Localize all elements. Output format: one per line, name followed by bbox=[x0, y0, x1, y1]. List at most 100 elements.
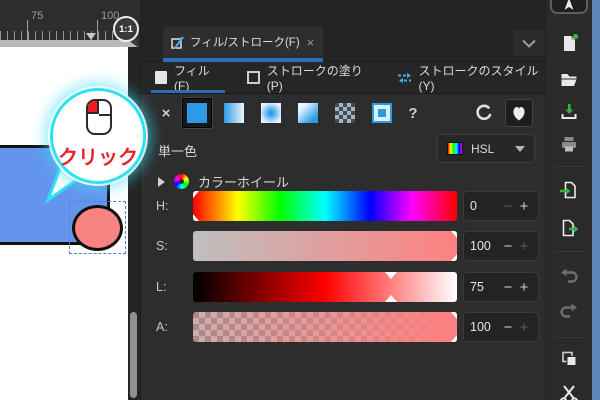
unknown-paint-button[interactable]: ? bbox=[404, 105, 422, 122]
no-paint-button[interactable]: × bbox=[157, 105, 175, 122]
mesh-gradient-button[interactable] bbox=[293, 98, 323, 128]
plus-button[interactable]: + bbox=[516, 319, 532, 336]
color-space-dropdown[interactable]: HSL bbox=[437, 134, 535, 163]
cut-icon[interactable] bbox=[559, 385, 579, 400]
ruler-label-75: 75 bbox=[31, 10, 44, 22]
minus-button[interactable]: − bbox=[500, 238, 516, 255]
plus-button[interactable]: + bbox=[516, 279, 532, 296]
color-space-value: HSL bbox=[471, 141, 495, 156]
plus-button[interactable]: + bbox=[516, 198, 532, 215]
rainbow-icon bbox=[447, 142, 463, 155]
minus-button[interactable]: − bbox=[500, 198, 516, 215]
paint-type-toolbar: × ? bbox=[141, 94, 545, 132]
saturation-value[interactable]: 100 bbox=[470, 239, 500, 253]
tab-label: フィル/ストローク(F) bbox=[190, 37, 300, 49]
linear-gradient-icon bbox=[224, 103, 244, 123]
slider-marker[interactable] bbox=[193, 191, 199, 198]
saturation-slider[interactable] bbox=[193, 231, 457, 261]
saturation-spinbox[interactable]: 100 − + bbox=[463, 231, 539, 261]
lightness-slider[interactable] bbox=[193, 272, 457, 302]
slider-marker[interactable] bbox=[451, 254, 457, 261]
dropdown-arrow-icon bbox=[515, 145, 525, 152]
pointer-tool-button[interactable] bbox=[550, 0, 588, 14]
ruler-major-tick bbox=[27, 20, 28, 40]
color-wheel-icon bbox=[174, 174, 189, 189]
lightness-slider-row: L: 75 − + bbox=[141, 272, 545, 302]
swatch-icon bbox=[372, 103, 392, 123]
scrollbar-thumb[interactable] bbox=[130, 312, 137, 398]
slider-marker[interactable] bbox=[451, 312, 457, 319]
hue-slider[interactable] bbox=[193, 191, 457, 221]
tab-stroke-paint[interactable]: ストロークの塗り(P) bbox=[247, 62, 370, 93]
ruler-position-marker bbox=[86, 33, 96, 40]
ruler-major-tick bbox=[97, 20, 98, 40]
fill-stroke-subtabs: フィル(F) ストロークの塗り(P) ストロークのスタイル(Y) bbox=[141, 62, 545, 94]
plus-button[interactable]: + bbox=[516, 238, 532, 255]
hue-slider-row: H: 0 − + bbox=[141, 191, 545, 221]
dock-collapse-button[interactable] bbox=[513, 30, 545, 56]
click-annotation-bubble: クリック bbox=[50, 88, 146, 184]
tab-fill[interactable]: フィル(F) bbox=[151, 62, 226, 93]
slider-marker[interactable] bbox=[451, 335, 457, 342]
pattern-button[interactable] bbox=[330, 98, 360, 128]
alpha-value[interactable]: 100 bbox=[470, 320, 500, 334]
mouse-left-button-highlight bbox=[88, 101, 99, 114]
fill-stroke-icon bbox=[171, 35, 184, 49]
flat-color-button[interactable] bbox=[182, 98, 212, 128]
pointer-icon bbox=[564, 0, 574, 10]
hue-spinbox[interactable]: 0 − + bbox=[463, 191, 539, 221]
hue-value[interactable]: 0 bbox=[470, 199, 500, 213]
inkscape-window: 75 100 1:1 クリック フィル/ストローク(F) × フィル(F) スト… bbox=[0, 0, 600, 400]
radial-gradient-icon bbox=[261, 103, 281, 123]
fill-rule-evenodd-button[interactable] bbox=[470, 99, 498, 127]
fill-rule-nonzero-button[interactable] bbox=[505, 99, 533, 127]
minus-button[interactable]: − bbox=[500, 319, 516, 336]
expander-triangle-icon bbox=[158, 176, 165, 187]
color-wheel-expander[interactable]: カラーホイール bbox=[158, 172, 289, 191]
lightness-value[interactable]: 75 bbox=[470, 280, 500, 294]
mouse-seam bbox=[99, 114, 110, 116]
new-document-icon[interactable] bbox=[559, 33, 579, 53]
export-icon[interactable] bbox=[559, 218, 579, 238]
import-icon[interactable] bbox=[559, 180, 579, 200]
mouse-icon bbox=[86, 99, 112, 135]
print-icon[interactable] bbox=[559, 134, 579, 154]
saturation-label: S: bbox=[156, 239, 168, 253]
slider-marker[interactable] bbox=[193, 214, 199, 221]
lightness-spinbox[interactable]: 75 − + bbox=[463, 272, 539, 302]
dock-header: フィル/ストローク(F) × bbox=[141, 0, 545, 62]
tab-close-icon[interactable]: × bbox=[307, 35, 315, 50]
stroke-style-icon bbox=[397, 72, 412, 83]
slider-marker[interactable] bbox=[385, 272, 397, 279]
tab-stroke-style[interactable]: ストロークのスタイル(Y) bbox=[397, 62, 545, 93]
slider-marker[interactable] bbox=[385, 295, 397, 302]
linear-gradient-button[interactable] bbox=[219, 98, 249, 128]
saturation-slider-row: S: 100 − + bbox=[141, 231, 545, 261]
evenodd-icon bbox=[476, 104, 492, 121]
minus-button[interactable]: − bbox=[500, 279, 516, 296]
open-folder-icon[interactable] bbox=[559, 69, 579, 89]
tab-fill-stroke[interactable]: フィル/ストローク(F) × bbox=[163, 26, 323, 58]
radial-gradient-button[interactable] bbox=[256, 98, 286, 128]
selection-dashed-box bbox=[69, 201, 126, 254]
canvas-top-edge bbox=[0, 40, 137, 47]
active-subtab-underline bbox=[151, 90, 226, 93]
tab-fill-label: フィル(F) bbox=[174, 64, 210, 93]
undo-icon[interactable] bbox=[559, 266, 579, 286]
alpha-spinbox[interactable]: 100 − + bbox=[463, 312, 539, 342]
nonzero-icon bbox=[513, 106, 525, 121]
swatch-button[interactable] bbox=[367, 98, 397, 128]
duplicate-icon[interactable] bbox=[559, 349, 579, 369]
chevron-down-icon bbox=[522, 39, 536, 48]
flat-color-mode-label: 単一色 bbox=[158, 144, 198, 159]
save-icon[interactable] bbox=[559, 101, 579, 121]
alpha-gradient-overlay bbox=[193, 312, 457, 342]
redo-icon[interactable] bbox=[559, 301, 579, 321]
alpha-slider[interactable] bbox=[193, 312, 457, 342]
fill-stroke-panel: フィル/ストローク(F) × フィル(F) ストロークの塗り(P) ストロークの… bbox=[140, 0, 545, 400]
slider-marker[interactable] bbox=[451, 231, 457, 238]
toolbar-separator bbox=[554, 251, 585, 252]
mesh-gradient-icon bbox=[298, 103, 318, 123]
zoom-1-1-badge: 1:1 bbox=[113, 16, 139, 42]
stroke-square-icon bbox=[247, 71, 260, 84]
